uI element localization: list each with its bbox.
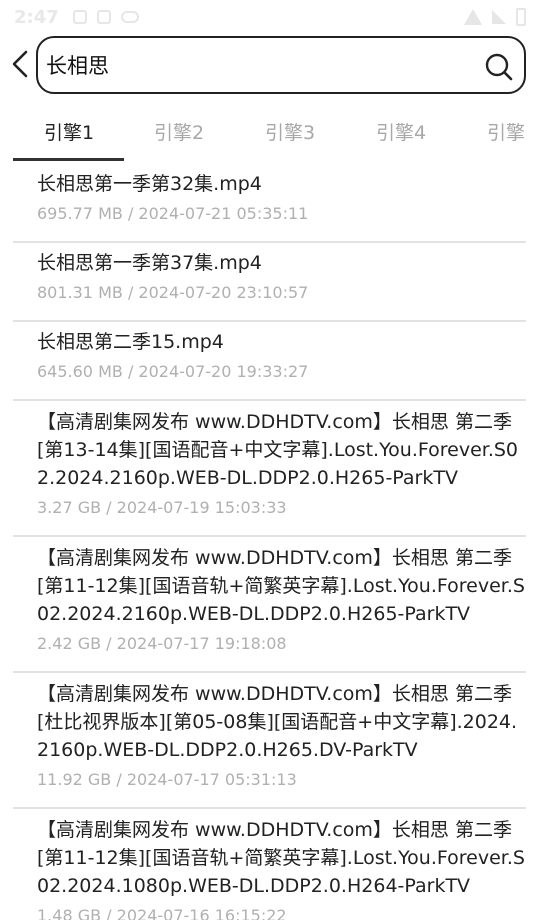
item-title: 长相思第二季15.mp4 [37,331,224,353]
search-bar [0,36,540,94]
list-item[interactable]: 【高清剧集网发布 www.DDHDTV.com】长相思 第二季[第11-12集]… [13,809,526,920]
item-meta: 645.60 MB / 2024-07-20 19:33:27 [37,362,309,381]
item-meta: 3.27 GB / 2024-07-19 15:03:33 [37,498,287,517]
cast-notification-icon [120,11,139,23]
gallery-notification-icon [72,10,87,24]
results-list: 长相思第一季第32集.mp4 695.77 MB / 2024-07-21 05… [13,164,526,920]
tab-engine-1[interactable]: 引擎1 [44,118,94,145]
signal-icon [492,10,506,24]
list-item[interactable]: 【高清剧集网发布 www.DDHDTV.com】长相思 第二季[第11-12集]… [13,537,526,673]
item-meta: 11.92 GB / 2024-07-17 05:31:13 [37,770,297,789]
search-icon[interactable] [484,52,514,82]
item-meta: 2.42 GB / 2024-07-17 19:18:08 [37,634,287,653]
list-item[interactable]: 【高清剧集网发布 www.DDHDTV.com】长相思 第二季[杜比视界版本][… [13,673,526,809]
tab-engine-2[interactable]: 引擎2 [154,118,204,145]
item-title: 【高清剧集网发布 www.DDHDTV.com】长相思 第二季[第11-12集]… [37,819,525,897]
back-button[interactable] [6,48,34,80]
tab-engine-3[interactable]: 引擎3 [265,118,315,145]
list-item[interactable]: 【高清剧集网发布 www.DDHDTV.com】长相思 第二季[第13-14集]… [13,401,526,537]
tab-engine-4[interactable]: 引擎4 [376,118,426,145]
back-arrow-icon [12,50,28,78]
item-title: 长相思第一季第32集.mp4 [37,173,262,195]
item-title: 【高清剧集网发布 www.DDHDTV.com】长相思 第二季[第11-12集]… [37,547,525,625]
list-item[interactable]: 长相思第一季第32集.mp4 695.77 MB / 2024-07-21 05… [13,164,526,243]
item-title: 【高清剧集网发布 www.DDHDTV.com】长相思 第二季[第13-14集]… [37,411,519,489]
item-meta: 1.48 GB / 2024-07-16 16:15:22 [37,906,287,920]
engine-tabs: 引擎1 引擎2 引擎3 引擎4 引擎 [0,104,540,161]
status-time: 2:47 [14,6,59,28]
active-tab-indicator [13,158,124,161]
list-item[interactable]: 长相思第二季15.mp4 645.60 MB / 2024-07-20 19:3… [13,322,526,401]
status-bar: 2:47 [0,0,540,34]
item-title: 长相思第一季第37集.mp4 [37,252,262,274]
battery-icon [516,8,526,26]
item-meta: 801.31 MB / 2024-07-20 23:10:57 [37,283,309,302]
list-item[interactable]: 长相思第一季第37集.mp4 801.31 MB / 2024-07-20 23… [13,243,526,322]
tab-engine-5[interactable]: 引擎 [487,118,525,145]
storage-notification-icon [96,10,111,24]
search-input[interactable] [46,53,466,77]
item-title: 【高清剧集网发布 www.DDHDTV.com】长相思 第二季[杜比视界版本][… [37,683,518,761]
wifi-icon [464,9,482,25]
search-box[interactable] [36,36,526,94]
item-meta: 695.77 MB / 2024-07-21 05:35:11 [37,204,309,223]
